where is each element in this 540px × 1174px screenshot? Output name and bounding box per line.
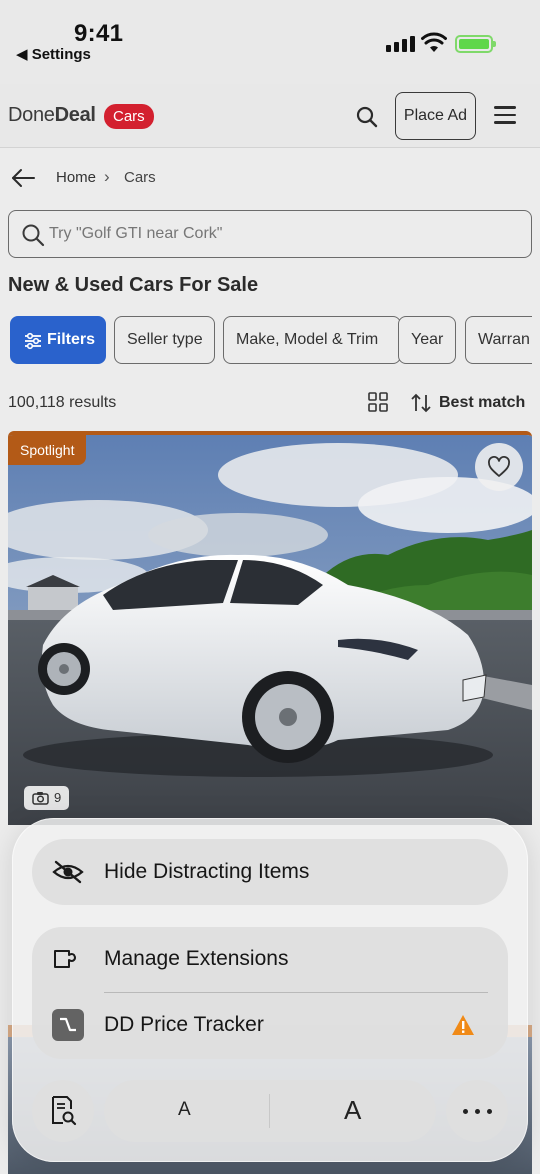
favourite-button[interactable]	[475, 443, 523, 491]
logo-text-deal: Deal	[54, 104, 96, 126]
logo-text-done: Done	[8, 104, 55, 126]
breadcrumb-current: Cars	[124, 169, 156, 186]
filter-chip-bar[interactable]: Filters Seller type Make, Model & Trim Y…	[10, 316, 532, 364]
reader-search-button[interactable]	[32, 1080, 94, 1142]
extension-puzzle-icon	[54, 950, 76, 968]
dd-price-tracker-icon	[52, 1009, 84, 1041]
wifi-icon	[421, 32, 447, 52]
sheet-toolbar: A A	[32, 1080, 508, 1142]
logo-cars-badge: Cars	[104, 104, 154, 129]
chip-seller-type[interactable]: Seller type	[114, 316, 215, 364]
chip-warranty[interactable]: Warran	[465, 316, 532, 364]
heart-icon	[488, 456, 510, 477]
more-options-button[interactable]	[446, 1080, 508, 1142]
hamburger-menu-icon[interactable]	[494, 106, 516, 124]
camera-icon	[32, 792, 49, 805]
manage-extensions-button[interactable]: Manage Extensions	[32, 927, 508, 993]
chip-make-model-trim[interactable]: Make, Model & Trim	[223, 316, 401, 364]
status-bar: 9:41 ◀ Settings	[0, 0, 540, 84]
filters-label: Filters	[47, 331, 96, 348]
eye-slash-icon	[52, 860, 84, 884]
dd-price-tracker-extension[interactable]: DD Price Tracker	[32, 993, 508, 1059]
sort-icon[interactable]	[410, 392, 432, 414]
hide-distracting-items-button[interactable]: Hide Distracting Items	[32, 839, 508, 905]
manage-extensions-label: Manage Extensions	[104, 947, 289, 970]
search-box[interactable]	[8, 210, 532, 258]
breadcrumb-separator-icon: ›	[104, 167, 110, 186]
chip-year[interactable]: Year	[398, 316, 456, 364]
warning-icon	[452, 1015, 474, 1035]
status-time: 9:41	[74, 20, 124, 47]
search-icon	[22, 224, 45, 247]
breadcrumb-home-link[interactable]: Home	[56, 169, 96, 186]
cellular-signal-icon	[386, 36, 415, 52]
listing-card[interactable]: Spotlight 9	[8, 431, 532, 825]
grid-view-icon[interactable]	[368, 392, 388, 412]
sort-best-match-button[interactable]: Best match	[439, 394, 525, 412]
breadcrumb: Home › Cars	[0, 149, 540, 207]
page-title: New & Used Cars For Sale	[8, 274, 259, 296]
search-input[interactable]	[49, 221, 509, 247]
page-search-icon	[52, 1096, 77, 1126]
site-header: DoneDeal Cars Place Ad	[0, 84, 540, 148]
results-toolbar: 100,118 results Best match	[0, 384, 540, 424]
results-count: 100,118 results	[8, 394, 117, 411]
increase-text-size-button[interactable]: A	[344, 1095, 361, 1126]
hide-distracting-items-label: Hide Distracting Items	[104, 860, 310, 883]
place-ad-button[interactable]: Place Ad	[395, 92, 476, 140]
sliders-icon	[25, 332, 41, 350]
filters-button[interactable]: Filters	[10, 316, 106, 364]
donedeal-logo[interactable]: DoneDeal	[8, 104, 96, 127]
text-size-divider	[269, 1094, 270, 1128]
back-to-settings-link[interactable]: ◀ Settings	[16, 45, 91, 63]
decrease-text-size-button[interactable]: A	[178, 1099, 191, 1121]
battery-charging-icon	[455, 35, 496, 53]
search-icon[interactable]	[354, 104, 380, 130]
photo-count-value: 9	[54, 790, 62, 805]
extensions-group: Manage Extensions DD Price Tracker	[32, 927, 508, 1059]
text-size-control: A A	[104, 1080, 436, 1142]
photo-count-badge: 9	[24, 786, 70, 810]
listing-photo[interactable]	[8, 435, 532, 825]
back-arrow-icon[interactable]	[10, 165, 36, 191]
dd-price-tracker-label: DD Price Tracker	[104, 1013, 264, 1036]
spotlight-badge: Spotlight	[8, 435, 87, 465]
page-menu-sheet: Hide Distracting Items Manage Extensions…	[12, 818, 528, 1162]
